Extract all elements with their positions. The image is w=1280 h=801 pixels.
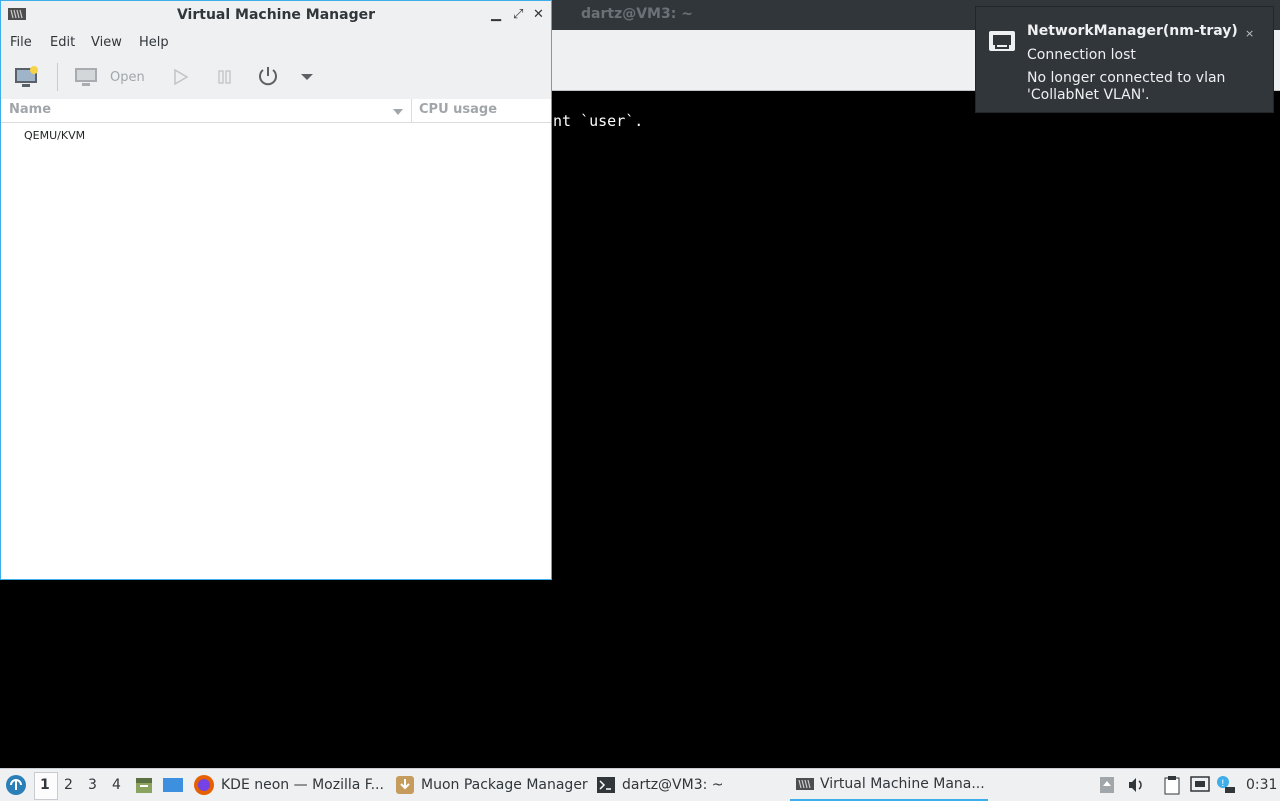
notification-icon: ! [1217, 776, 1235, 793]
desktop-3[interactable]: 3 [88, 777, 97, 793]
menu-view[interactable]: View [91, 35, 122, 50]
minimize-icon[interactable]: ▁ [491, 7, 501, 22]
task-muon[interactable]: Muon Package Manager [395, 769, 588, 801]
file-manager-launcher[interactable] [134, 769, 154, 801]
new-vm-icon [15, 66, 38, 87]
column-cpu-usage[interactable]: CPU usage [419, 102, 497, 117]
clock[interactable]: 0:31 [1246, 769, 1277, 801]
tray-updates[interactable] [1099, 769, 1115, 801]
column-divider [411, 99, 412, 122]
kde-neon-icon [6, 775, 26, 795]
svg-text:!: ! [1221, 779, 1225, 789]
shutdown-dropdown[interactable] [300, 63, 314, 91]
new-vm-button[interactable] [14, 63, 40, 91]
speaker-icon [1129, 778, 1142, 792]
pause-button[interactable] [217, 63, 233, 91]
task-label: dartz@VM3: ~ [622, 777, 724, 793]
taskbar: 1 2 3 4 KDE neon — Mozilla F... Muon Pac… [0, 768, 1280, 801]
task-virt-manager[interactable]: Virtual Machine Mana... [790, 769, 988, 801]
desktop-2[interactable]: 2 [64, 777, 73, 793]
menu-file[interactable]: File [10, 35, 32, 50]
monitor-icon [75, 68, 97, 86]
start-menu-button[interactable] [5, 769, 27, 801]
notification-summary: Connection lost [1027, 47, 1136, 63]
network-wired-icon [988, 30, 1016, 60]
column-header: Name CPU usage [1, 99, 551, 123]
chevron-down-icon [301, 74, 313, 80]
run-button[interactable] [173, 63, 189, 91]
shutdown-button[interactable] [256, 63, 280, 91]
desktop-1[interactable]: 1 [40, 777, 50, 793]
power-icon [259, 67, 277, 86]
vm-list: QEMU/KVM [1, 123, 551, 147]
tray-notifications[interactable]: ! [1215, 769, 1237, 801]
task-firefox[interactable]: KDE neon — Mozilla F... [193, 769, 384, 801]
sort-chevron-icon[interactable] [392, 105, 404, 120]
eject-icon [1100, 777, 1114, 793]
vmm-titlebar[interactable]: Virtual Machine Manager ▁ ⤢ ✕ [1, 1, 551, 30]
close-icon[interactable]: ✕ [533, 7, 544, 22]
menu-edit[interactable]: Edit [50, 35, 75, 50]
maximize-icon[interactable]: ⤢ [513, 7, 523, 22]
open-label: Open [110, 69, 145, 85]
toolbar-divider [57, 63, 58, 91]
notification-body: No longer connected to vlan 'CollabNet V… [1027, 70, 1226, 103]
tray-clipboard[interactable] [1163, 769, 1181, 801]
vmm-window[interactable]: Virtual Machine Manager ▁ ⤢ ✕ File Edit … [0, 0, 552, 580]
terminal-title: dartz@VM3: ~ [581, 6, 693, 22]
clipboard-icon [1164, 776, 1180, 795]
firefox-icon [194, 775, 214, 795]
task-terminal[interactable]: dartz@VM3: ~ [596, 769, 724, 801]
tray-network[interactable] [1190, 769, 1210, 801]
file-manager-icon [136, 778, 152, 793]
notification-title: NetworkManager(nm-tray) [1027, 23, 1238, 39]
terminal-icon [597, 777, 615, 793]
close-icon[interactable]: × [1245, 27, 1254, 40]
open-button[interactable]: Open [74, 63, 145, 91]
terminal-output: nt `user`. [553, 112, 644, 130]
task-label: KDE neon — Mozilla F... [221, 777, 384, 793]
play-icon [174, 68, 189, 86]
task-label: Virtual Machine Mana... [820, 776, 985, 792]
window-title: Virtual Machine Manager [176, 7, 376, 23]
virt-manager-icon [796, 778, 814, 790]
desktop-4[interactable]: 4 [112, 777, 121, 793]
tray-volume[interactable] [1127, 769, 1145, 801]
menubar: File Edit View Help [1, 30, 551, 55]
desktop-icon [163, 778, 183, 792]
network-wired-icon [1190, 776, 1210, 792]
package-icon [396, 776, 414, 794]
connection-label: QEMU/KVM [24, 129, 86, 142]
notification-popup[interactable]: NetworkManager(nm-tray) Connection lost … [975, 6, 1274, 113]
list-item[interactable]: QEMU/KVM [1, 123, 551, 147]
show-desktop-button[interactable] [162, 769, 184, 801]
task-label: Muon Package Manager [421, 777, 588, 793]
menu-help[interactable]: Help [139, 35, 169, 50]
pause-icon [218, 70, 231, 84]
toolbar: Open [1, 55, 551, 99]
column-name[interactable]: Name [9, 102, 51, 117]
